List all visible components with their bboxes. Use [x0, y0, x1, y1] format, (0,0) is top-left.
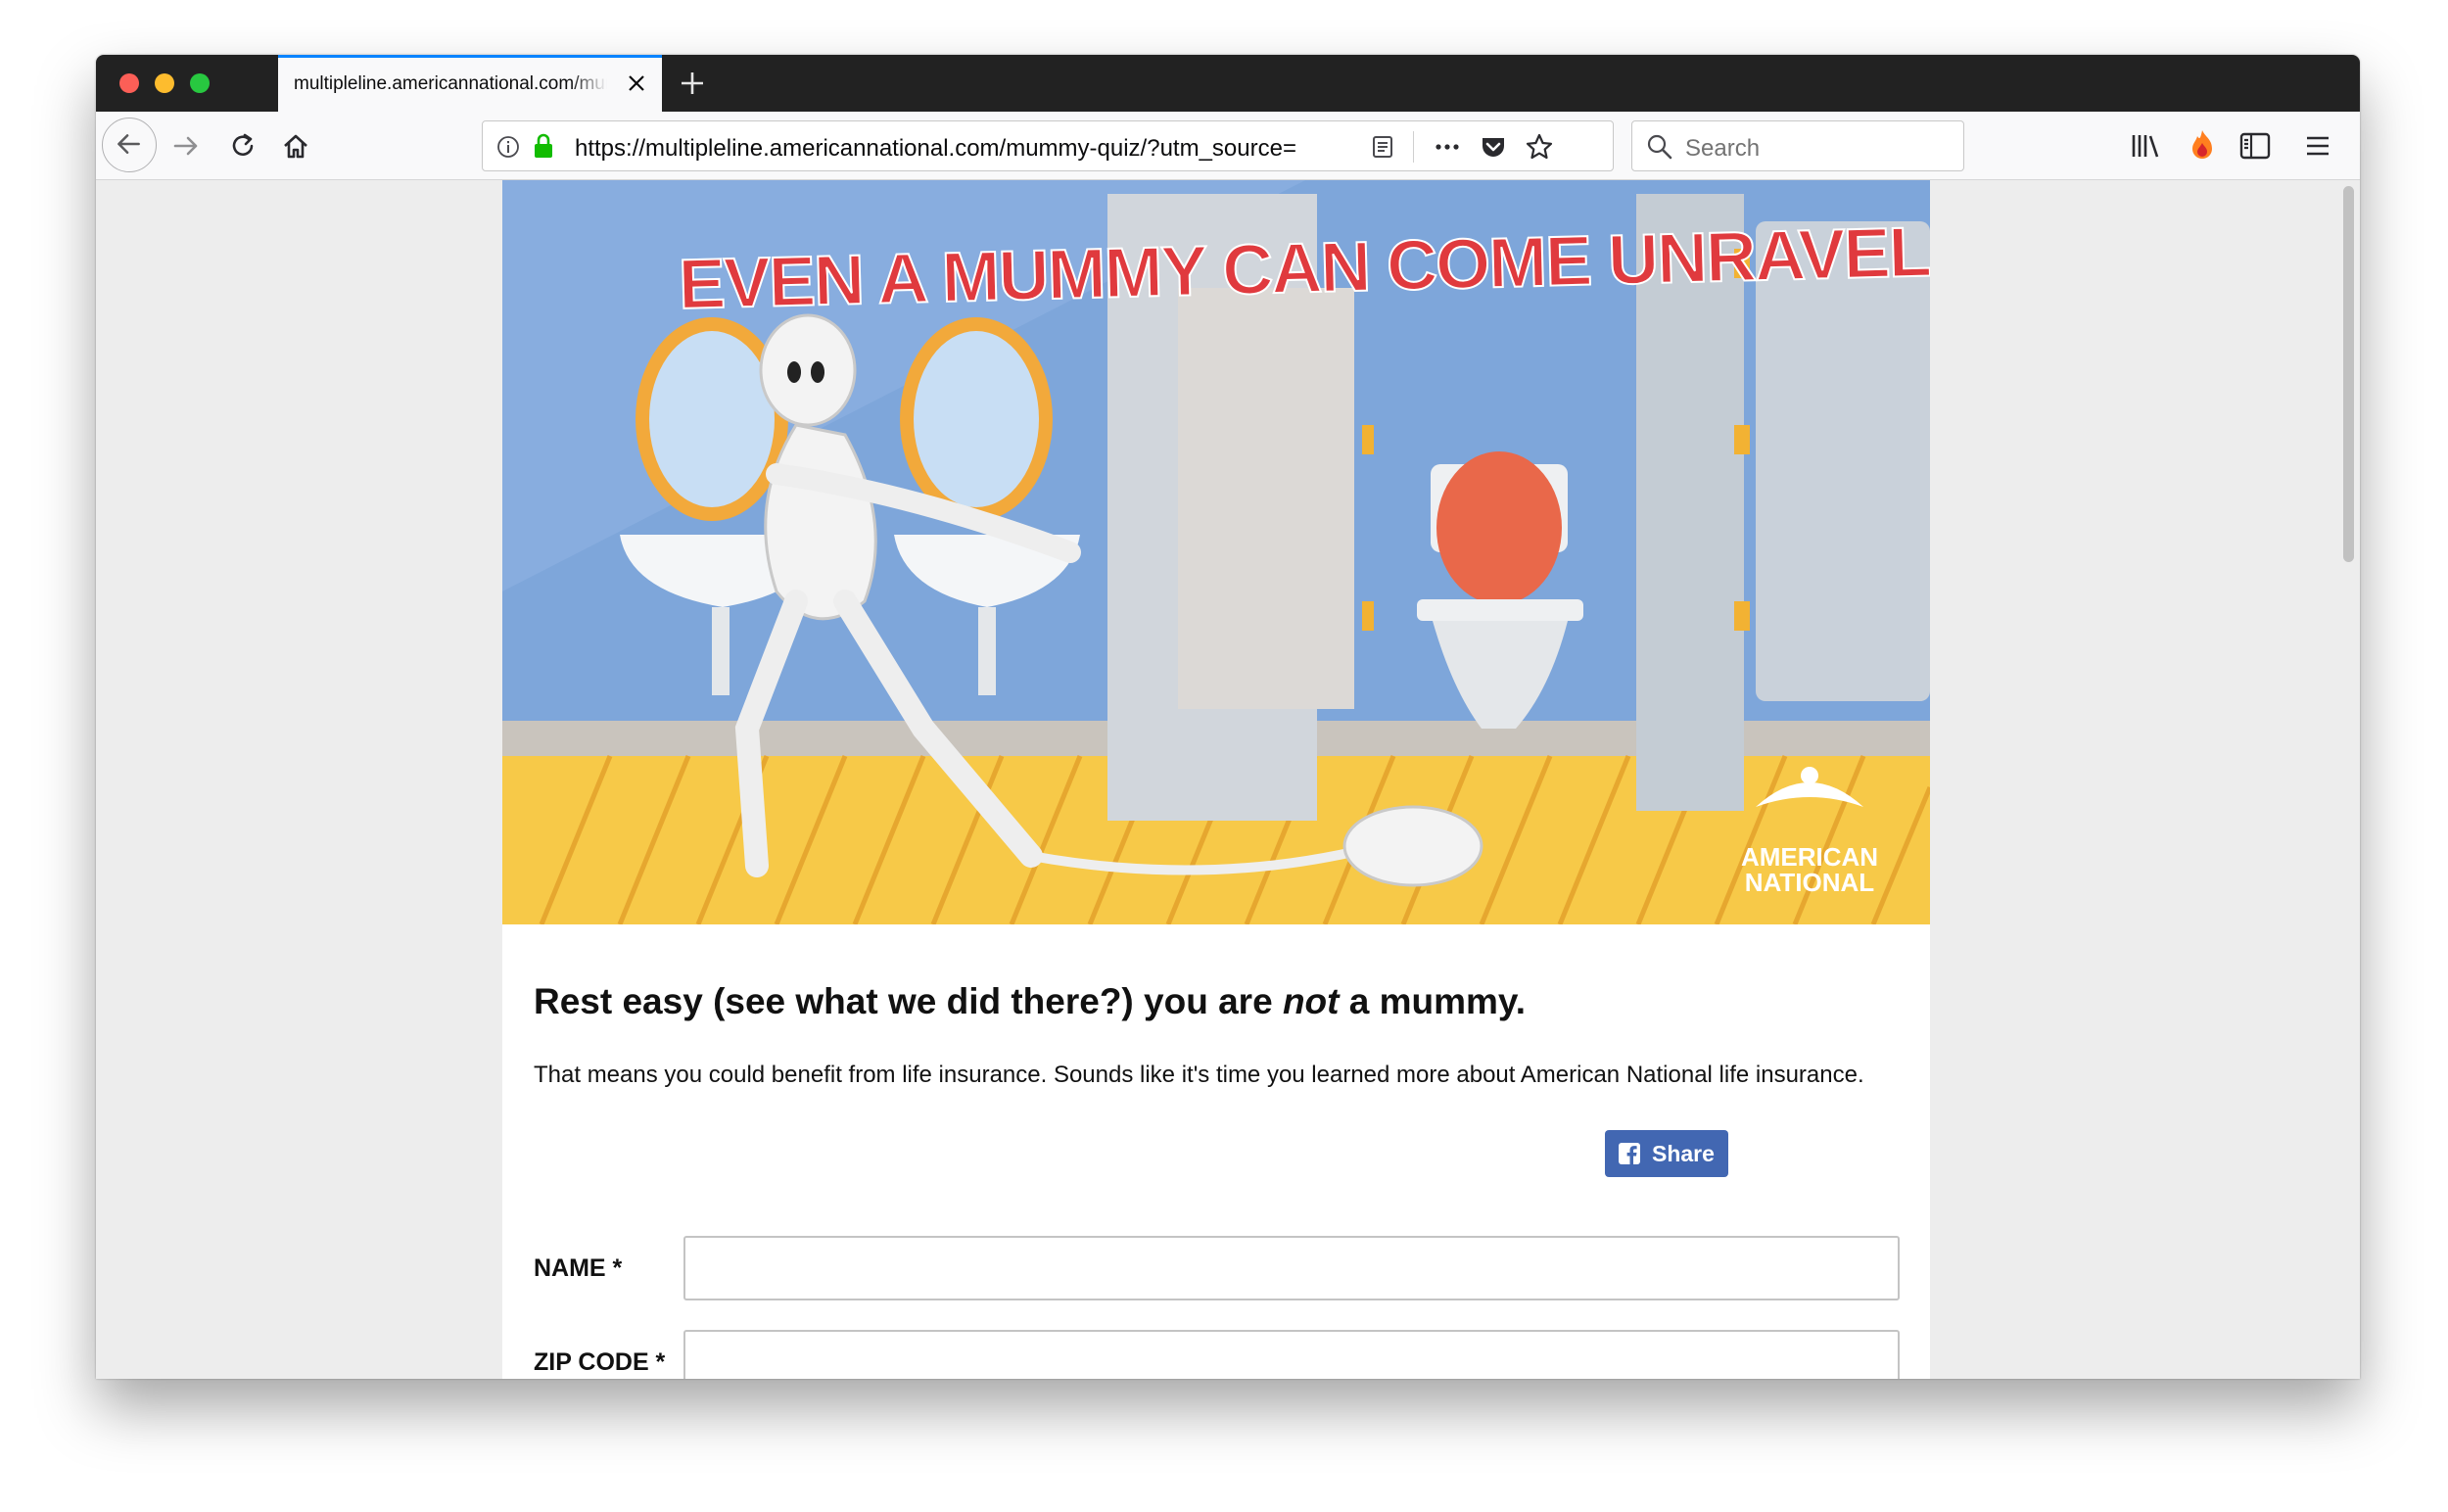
zip-code-label: ZIP CODE *: [534, 1348, 666, 1376]
url-text[interactable]: https://multipleline.americannational.co…: [575, 135, 1348, 163]
headline-text-end: a mummy.: [1339, 981, 1527, 1021]
facebook-icon: [1619, 1143, 1640, 1164]
svg-text:NATIONAL: NATIONAL: [1745, 868, 1875, 897]
info-icon[interactable]: [496, 135, 520, 159]
tab-title: multipleline.americannational.com/mummy-…: [294, 73, 607, 94]
page-actions-icon[interactable]: [1433, 134, 1462, 160]
close-window-button[interactable]: [119, 73, 139, 93]
new-tab-icon[interactable]: [676, 67, 709, 100]
browser-window: multipleline.americannational.com/mummy-…: [96, 55, 2360, 1379]
url-bar[interactable]: https://multipleline.americannational.co…: [482, 120, 1614, 171]
mummy-hero-image: EVEN A MUMMY CAN COME UNRAVELED AMERICAN…: [502, 180, 1930, 924]
library-icon[interactable]: [2129, 129, 2162, 163]
headline-text-start: Rest easy (see what we did there?) you a…: [534, 981, 1283, 1021]
zoom-window-button[interactable]: [190, 73, 210, 93]
tab-bar: multipleline.americannational.com/mummy-…: [96, 55, 2360, 112]
extension-fire-icon[interactable]: [2186, 127, 2219, 163]
bookmark-star-icon[interactable]: [1525, 132, 1554, 162]
home-icon[interactable]: [280, 130, 311, 162]
zip-code-input[interactable]: [683, 1330, 1900, 1379]
tab-active[interactable]: multipleline.americannational.com/mummy-…: [278, 55, 662, 112]
page-viewport: EVEN A MUMMY CAN COME UNRAVELED AMERICAN…: [96, 180, 2360, 1379]
headline-emphasis: not: [1282, 981, 1340, 1021]
url-divider: [1413, 131, 1414, 163]
pocket-icon[interactable]: [1480, 133, 1507, 161]
back-button[interactable]: [102, 118, 157, 172]
scrollbar-thumb[interactable]: [2343, 186, 2354, 562]
share-label: Share: [1652, 1141, 1715, 1166]
lock-icon[interactable]: [532, 133, 555, 159]
name-input[interactable]: [683, 1236, 1900, 1300]
back-arrow-icon: [118, 134, 140, 154]
minimize-window-button[interactable]: [155, 73, 174, 93]
search-placeholder: Search: [1685, 135, 1761, 162]
facebook-share-button[interactable]: Share: [1605, 1130, 1728, 1177]
nav-toolbar: https://multipleline.americannational.co…: [96, 112, 2360, 180]
sidebar-toggle-icon[interactable]: [2238, 129, 2272, 163]
result-body-text: That means you could benefit from life i…: [534, 1062, 1864, 1088]
result-headline: Rest easy (see what we did there?) you a…: [534, 981, 1526, 1022]
close-tab-icon[interactable]: [625, 71, 648, 95]
quiz-result-page: EVEN A MUMMY CAN COME UNRAVELED AMERICAN…: [502, 180, 1930, 1379]
search-icon: [1647, 134, 1672, 160]
hamburger-menu-icon[interactable]: [2303, 131, 2332, 161]
name-label: NAME *: [534, 1254, 623, 1282]
reader-view-icon[interactable]: [1370, 134, 1395, 160]
reload-icon[interactable]: [227, 130, 259, 162]
search-bar[interactable]: Search: [1631, 120, 1964, 171]
forward-arrow-icon[interactable]: [170, 130, 202, 162]
